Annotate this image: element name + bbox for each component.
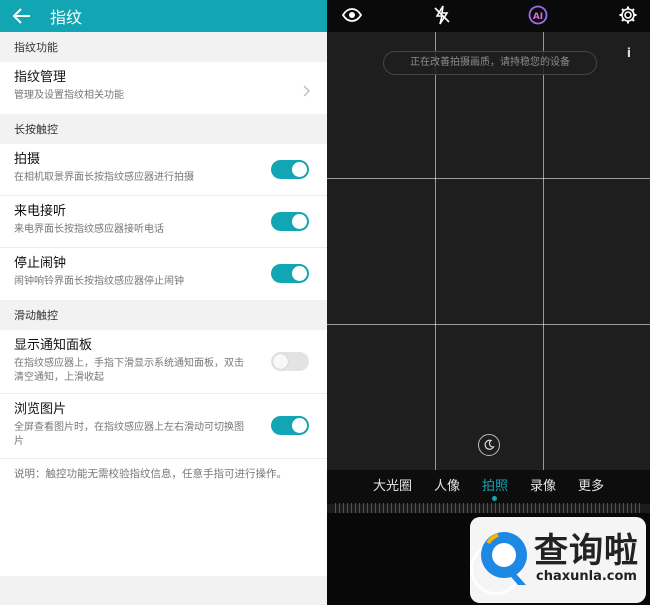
shoot-toggle[interactable] — [271, 160, 309, 179]
shoot-item: 拍摄 在相机取景界面长按指纹感应器进行拍摄 — [0, 144, 327, 196]
answer-call-toggle[interactable] — [271, 212, 309, 231]
toggle-knob — [273, 354, 288, 369]
viewfinder[interactable]: 正在改善拍摄画质，请持稳您的设备 i — [327, 32, 650, 470]
back-arrow-icon[interactable] — [12, 6, 32, 26]
stability-toast: 正在改善拍摄画质，请持稳您的设备 — [383, 51, 597, 75]
note-text: 说明：触控功能无需校验指纹信息，任意手指可进行操作。 — [0, 458, 327, 496]
gear-icon[interactable] — [617, 4, 639, 30]
notification-panel-item: 显示通知面板 在指纹感应器上，手指下滑显示系统通知面板，双击清空通知，上滑收起 — [0, 330, 327, 394]
toggle-knob — [292, 214, 307, 229]
section-header-swipe: 滑动触控 — [0, 300, 327, 330]
item-subtitle: 来电界面长按指纹感应器接听电话 — [14, 224, 164, 235]
item-title: 拍摄 — [14, 152, 41, 167]
watermark-logo — [481, 532, 527, 585]
stop-alarm-toggle[interactable] — [271, 264, 309, 283]
ai-icon-label: AI — [533, 12, 543, 22]
grid-line — [435, 32, 436, 470]
moon-icon — [484, 439, 495, 450]
watermark-url: chaxunla.com — [536, 569, 637, 584]
zoom-ticks — [335, 503, 642, 513]
mode-photo[interactable]: 拍照 — [471, 470, 519, 504]
toggle-knob — [292, 266, 307, 281]
group-fingerprint-functions: 指纹管理 管理及设置指纹相关功能 — [0, 62, 327, 114]
watermark-text: 查询啦 — [534, 531, 639, 571]
mode-portrait[interactable]: 人像 — [423, 470, 471, 504]
eye-icon[interactable] — [341, 4, 363, 30]
app-bar: 指纹 — [0, 0, 327, 32]
ai-icon[interactable]: AI — [527, 4, 549, 30]
mode-video[interactable]: 录像 — [519, 470, 567, 504]
page-title: 指纹 — [50, 8, 83, 27]
item-subtitle: 全屏查看图片时，在指纹感应器上左右滑动可切换图片 — [14, 422, 244, 447]
blank-area — [0, 496, 327, 576]
item-title: 来电接听 — [14, 204, 67, 219]
camera-top-bar: AI — [327, 0, 650, 32]
mode-more[interactable]: 更多 — [567, 470, 615, 504]
item-subtitle: 在相机取景界面长按指纹感应器进行拍摄 — [14, 172, 194, 183]
section-header-long-press: 长按触控 — [0, 114, 327, 144]
answer-call-item: 来电接听 来电界面长按指纹感应器接听电话 — [0, 196, 327, 248]
item-subtitle: 管理及设置指纹相关功能 — [14, 90, 124, 101]
info-icon[interactable]: i — [627, 46, 631, 60]
stop-alarm-item: 停止闹钟 闹钟响铃界面长按指纹感应器停止闹钟 — [0, 248, 327, 300]
item-title: 指纹管理 — [14, 70, 67, 85]
watermark: 查询啦 chaxunla.com — [464, 515, 650, 605]
fingerprint-management-item[interactable]: 指纹管理 管理及设置指纹相关功能 — [0, 62, 327, 114]
group-long-press: 拍摄 在相机取景界面长按指纹感应器进行拍摄 来电接听 来电界面长按指纹感应器接听… — [0, 144, 327, 300]
toggle-knob — [292, 418, 307, 433]
mode-selector: 大光圈 人像 拍照 录像 更多 — [327, 470, 650, 504]
item-title: 显示通知面板 — [14, 338, 93, 353]
item-title: 停止闹钟 — [14, 256, 67, 271]
notification-panel-toggle[interactable] — [271, 352, 309, 371]
grid-line — [327, 178, 650, 179]
mode-aperture[interactable]: 大光圈 — [362, 470, 423, 504]
browse-photos-item: 浏览图片 全屏查看图片时，在指纹感应器上左右滑动可切换图片 — [0, 394, 327, 458]
grid-line — [543, 32, 544, 470]
chevron-right-icon — [303, 82, 311, 101]
item-subtitle: 在指纹感应器上，手指下滑显示系统通知面板，双击清空通知，上滑收起 — [14, 358, 244, 383]
fingerprint-settings-screen: 指纹 指纹功能 指纹管理 管理及设置指纹相关功能 长按触控 拍摄 在相机取景界面… — [0, 0, 327, 605]
flash-off-icon[interactable] — [431, 4, 453, 30]
grid-line — [327, 324, 650, 325]
group-swipe: 显示通知面板 在指纹感应器上，手指下滑显示系统通知面板，双击清空通知，上滑收起 … — [0, 330, 327, 458]
section-header-fingerprint-functions: 指纹功能 — [0, 32, 327, 62]
toggle-knob — [292, 162, 307, 177]
browse-photos-toggle[interactable] — [271, 416, 309, 435]
item-title: 浏览图片 — [14, 402, 67, 417]
item-subtitle: 闹钟响铃界面长按指纹感应器停止闹钟 — [14, 276, 184, 287]
night-mode-button[interactable] — [478, 434, 500, 456]
